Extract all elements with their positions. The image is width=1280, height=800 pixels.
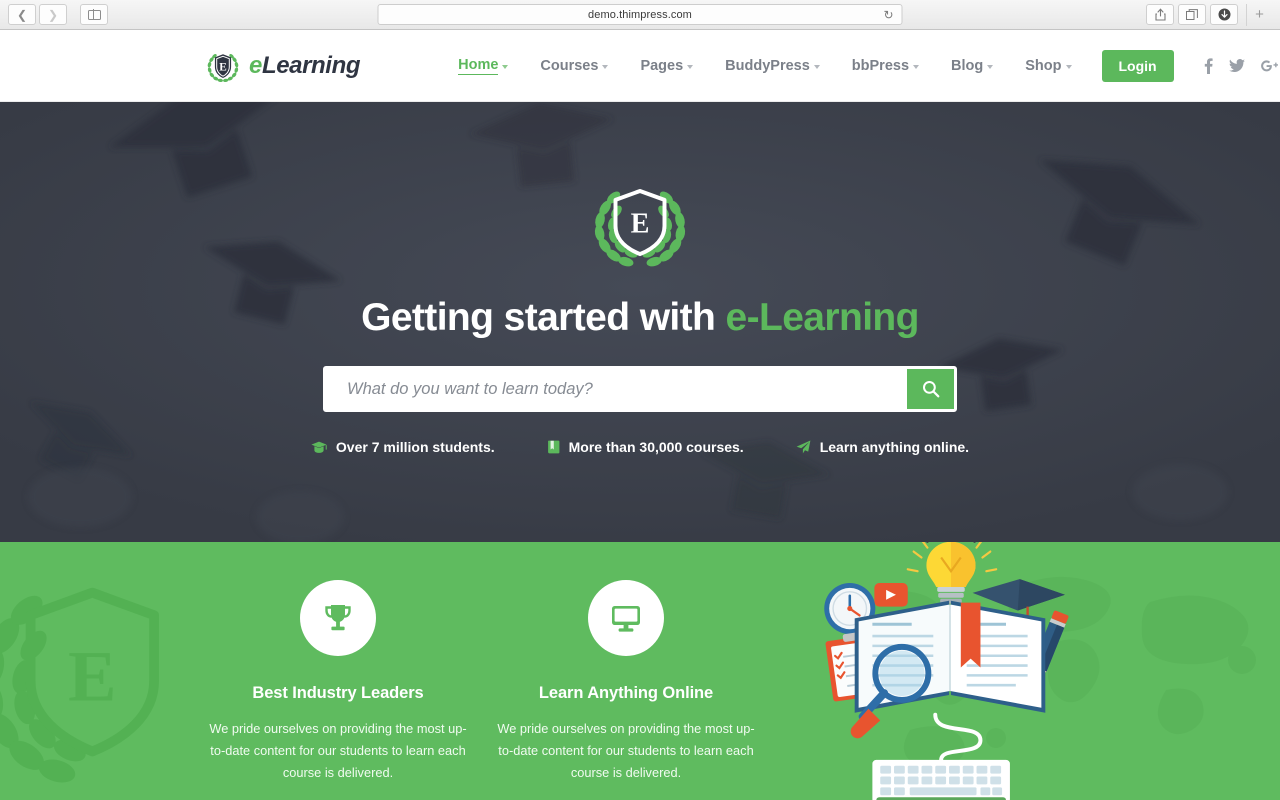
nav-item-shop[interactable]: Shop <box>1009 58 1087 74</box>
feature-icon-circle <box>300 580 376 656</box>
toolbar-actions: + <box>1146 3 1272 26</box>
online-learning-illustration <box>824 542 1069 800</box>
address-bar[interactable]: demo.thimpress.com ↻ <box>377 4 903 25</box>
chevron-down-icon <box>602 64 609 69</box>
nav-label: Home <box>458 56 499 75</box>
stat-courses: More than 30,000 courses. <box>521 439 770 455</box>
browser-toolbar: ❮ ❯ demo.thimpress.com ↻ + <box>0 0 1280 30</box>
search-icon <box>922 381 939 398</box>
login-button[interactable]: Login <box>1101 49 1174 82</box>
nav-item-home[interactable]: Home <box>442 57 524 75</box>
trophy-icon <box>325 605 351 631</box>
nav-item-blog[interactable]: Blog <box>935 58 1009 74</box>
stat-students: Over 7 million students. <box>285 439 521 455</box>
site-logo[interactable]: E eLearning <box>205 48 361 84</box>
nav-item-bbpress[interactable]: bbPress <box>836 58 935 74</box>
laurel-shield-logo: E <box>205 48 241 84</box>
facebook-icon[interactable] <box>1204 57 1213 74</box>
chevron-down-icon <box>1065 64 1072 69</box>
site-header: E eLearning Home Courses Pages BuddyPres… <box>0 30 1280 102</box>
feature-title: Best Industry Leaders <box>252 684 424 702</box>
hero-section: E Getting started with e-Learning Over 7… <box>0 102 1280 542</box>
chevron-down-icon <box>502 64 509 69</box>
nav-label: bbPress <box>851 57 910 74</box>
sidebar-toggle-icon[interactable] <box>80 4 108 25</box>
chevron-down-icon <box>813 64 820 69</box>
search-input[interactable] <box>326 369 907 409</box>
chevron-down-icon <box>987 64 994 69</box>
site-logo-text: eLearning <box>249 51 361 80</box>
chevron-down-icon <box>913 64 920 69</box>
logo-text-first: e <box>249 51 262 79</box>
hero-title-plain: Getting started with <box>361 296 726 339</box>
nav-item-courses[interactable]: Courses <box>524 58 624 74</box>
social-links <box>1204 57 1280 74</box>
feature-icon-circle <box>588 580 664 656</box>
feature-description: We pride ourselves on providing the most… <box>497 721 755 781</box>
page-title: Getting started with e-Learning <box>361 296 919 340</box>
book-icon <box>547 440 560 454</box>
stat-text: More than 30,000 courses. <box>568 439 744 455</box>
features-section: E Best Industry Leaders We pride ourselv… <box>0 542 1280 800</box>
reload-icon[interactable]: ↻ <box>883 9 893 21</box>
navigation-buttons: ❮ ❯ <box>8 4 108 25</box>
nav-label: Shop <box>1025 57 1062 74</box>
url-text: demo.thimpress.com <box>588 8 692 21</box>
downloads-icon[interactable] <box>1210 4 1238 25</box>
nav-label: Courses <box>540 57 599 74</box>
main-navigation: Home Courses Pages BuddyPress bbPress Bl… <box>442 49 1174 82</box>
nav-label: Blog <box>951 57 984 74</box>
chevron-down-icon <box>687 64 694 69</box>
hero-search-form <box>323 366 957 412</box>
back-chevron-icon[interactable]: ❮ <box>8 4 36 25</box>
nav-label: BuddyPress <box>725 57 810 74</box>
feature-best-industry-leaders: Best Industry Leaders We pride ourselves… <box>194 580 482 784</box>
feature-columns: Best Industry Leaders We pride ourselves… <box>0 542 1280 784</box>
nav-item-buddypress[interactable]: BuddyPress <box>709 58 836 74</box>
graduation-cap-icon <box>311 441 327 454</box>
forward-chevron-icon[interactable]: ❯ <box>39 4 67 25</box>
feature-title: Learn Anything Online <box>538 684 714 702</box>
stat-online: Learn anything online. <box>770 439 995 455</box>
stat-text: Over 7 million students. <box>335 439 495 455</box>
show-tabs-icon[interactable] <box>1178 4 1206 25</box>
paper-plane-icon <box>796 440 811 454</box>
twitter-icon[interactable] <box>1228 58 1245 73</box>
svg-text:E: E <box>631 208 650 239</box>
share-icon[interactable] <box>1146 4 1174 25</box>
hero-stats: Over 7 million students. More than 30,00… <box>285 439 995 455</box>
feature-learn-anything-online: Learn Anything Online We pride ourselves… <box>482 580 770 784</box>
search-button[interactable] <box>907 369 954 409</box>
nav-item-pages[interactable]: Pages <box>624 58 709 74</box>
svg-text:E: E <box>219 61 227 73</box>
logo-text-rest: Learning <box>261 51 361 79</box>
stat-text: Learn anything online. <box>819 439 970 455</box>
hero-title-accent: e-Learning <box>725 296 920 339</box>
new-tab-icon[interactable]: + <box>1246 3 1272 26</box>
feature-description: We pride ourselves on providing the most… <box>209 721 467 781</box>
nav-label: Pages <box>640 57 684 74</box>
laurel-shield-emblem: E <box>588 174 692 272</box>
monitor-icon <box>612 606 640 632</box>
google-plus-icon[interactable] <box>1260 59 1278 73</box>
